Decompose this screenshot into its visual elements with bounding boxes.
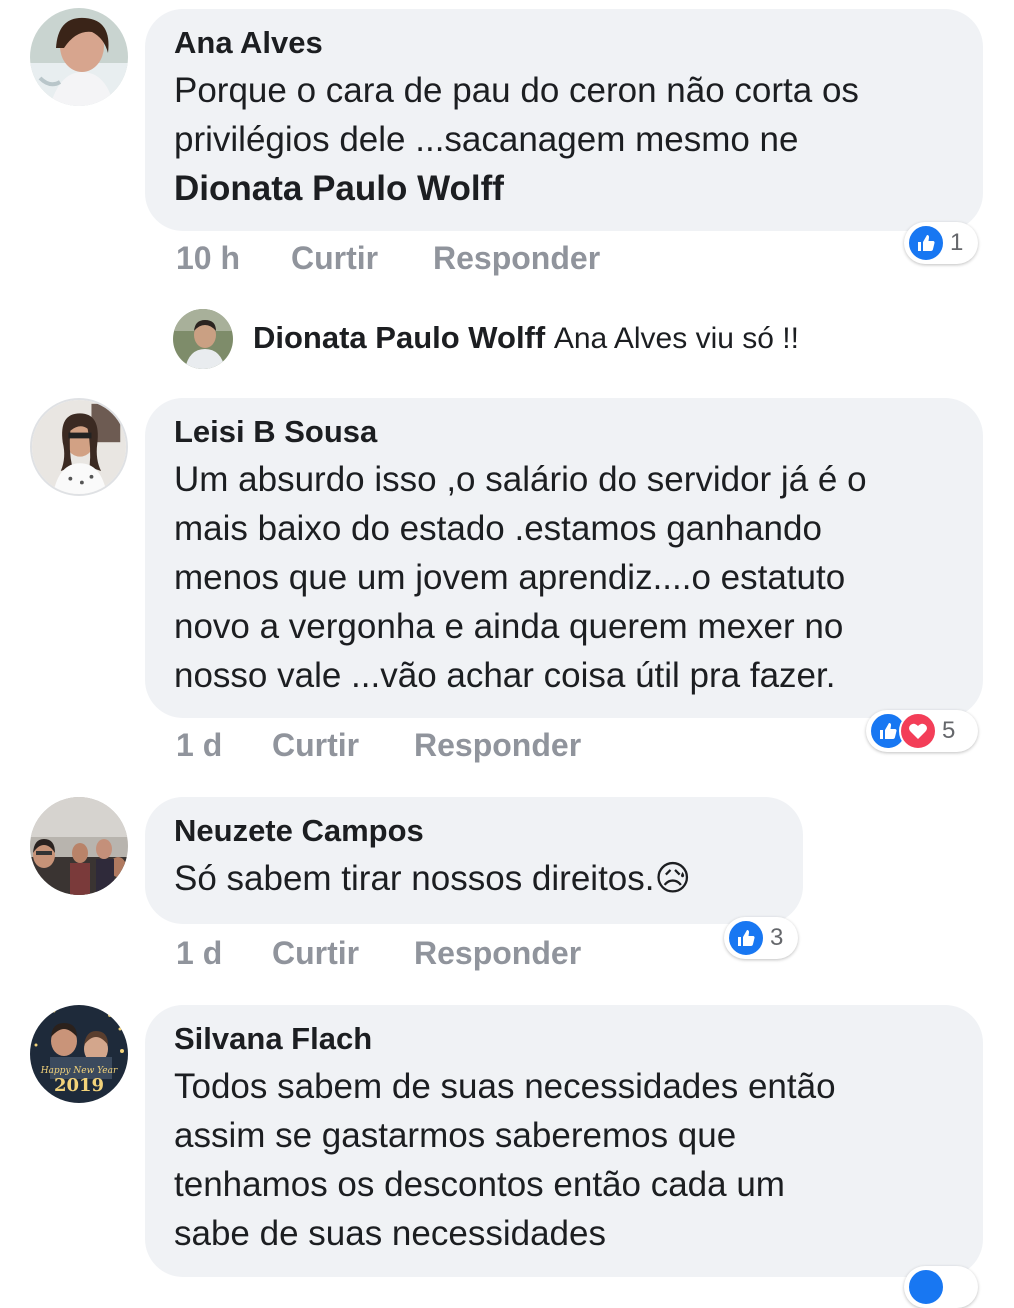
reaction-summary-partial[interactable] (904, 1266, 978, 1308)
comment-bubble: Leisi B Sousa Um absurdo isso ,o salário… (145, 398, 983, 718)
avatar-leisi-b-sousa[interactable] (30, 398, 128, 496)
reply-author[interactable]: Dionata Paulo Wolff (253, 320, 545, 355)
comment-author[interactable]: Neuzete Campos (174, 813, 775, 849)
comment-text: Um absurdo isso ,o salário do servidor j… (174, 460, 867, 695)
comment-timestamp[interactable]: 10 h (176, 238, 291, 278)
like-button[interactable]: Curtir (272, 933, 414, 973)
like-button[interactable]: Curtir (272, 725, 414, 765)
love-reaction-icon (899, 712, 937, 750)
avatar-frame-text: Happy New Year 2019 (40, 1066, 118, 1096)
like-button[interactable]: Curtir (291, 238, 433, 278)
comment-bubble: Silvana Flach Todos sabem de suas necess… (145, 1005, 983, 1277)
reply-button[interactable]: Responder (414, 725, 581, 765)
comment-bubble: Neuzete Campos Só sabem tirar nossos dir… (145, 797, 803, 924)
reaction-count: 1 (950, 229, 964, 256)
comment-meta: 1 d Curtir Responder (176, 725, 581, 765)
reaction-count: 3 (770, 924, 784, 951)
reaction-count: 5 (942, 717, 956, 744)
comment-text: Porque o cara de pau do ceron não corta … (174, 66, 955, 213)
like-reaction-icon (727, 919, 765, 957)
reaction-summary[interactable]: 1 (904, 222, 978, 264)
like-reaction-icon (907, 224, 945, 262)
avatar-neuzete-campos[interactable] (30, 797, 128, 895)
comment-bubble: Ana Alves Porque o cara de pau do ceron … (145, 9, 983, 231)
comment-timestamp[interactable]: 1 d (176, 725, 272, 765)
reply-button[interactable]: Responder (433, 238, 600, 278)
reply-button[interactable]: Responder (414, 933, 581, 973)
like-reaction-icon (907, 1268, 945, 1306)
comment-timestamp[interactable]: 1 d (176, 933, 272, 973)
comment-author[interactable]: Silvana Flach (174, 1021, 955, 1057)
comment-text: Só sabem tirar nossos direitos.😥 (174, 859, 691, 898)
reaction-summary[interactable]: 5 (866, 710, 978, 752)
reply-text: Ana Alves viu só !! (553, 322, 799, 355)
comment-text: Todos sabem de suas necessidades então a… (174, 1067, 836, 1253)
comment-meta: 10 h Curtir Responder (176, 238, 600, 278)
comment-meta: 1 d Curtir Responder (176, 933, 581, 973)
avatar-silvana-flach[interactable]: Happy New Year 2019 (30, 1005, 128, 1103)
reaction-summary[interactable]: 3 (724, 917, 798, 959)
reply-comment: Dionata Paulo Wolff Ana Alves viu só !! (253, 318, 799, 359)
avatar-dionata-paulo-wolff[interactable] (173, 309, 233, 369)
mention-link[interactable]: Dionata Paulo Wolff (174, 164, 955, 213)
avatar-ana-alves[interactable] (30, 8, 128, 106)
comment-author[interactable]: Ana Alves (174, 25, 955, 61)
comment-author[interactable]: Leisi B Sousa (174, 414, 955, 450)
